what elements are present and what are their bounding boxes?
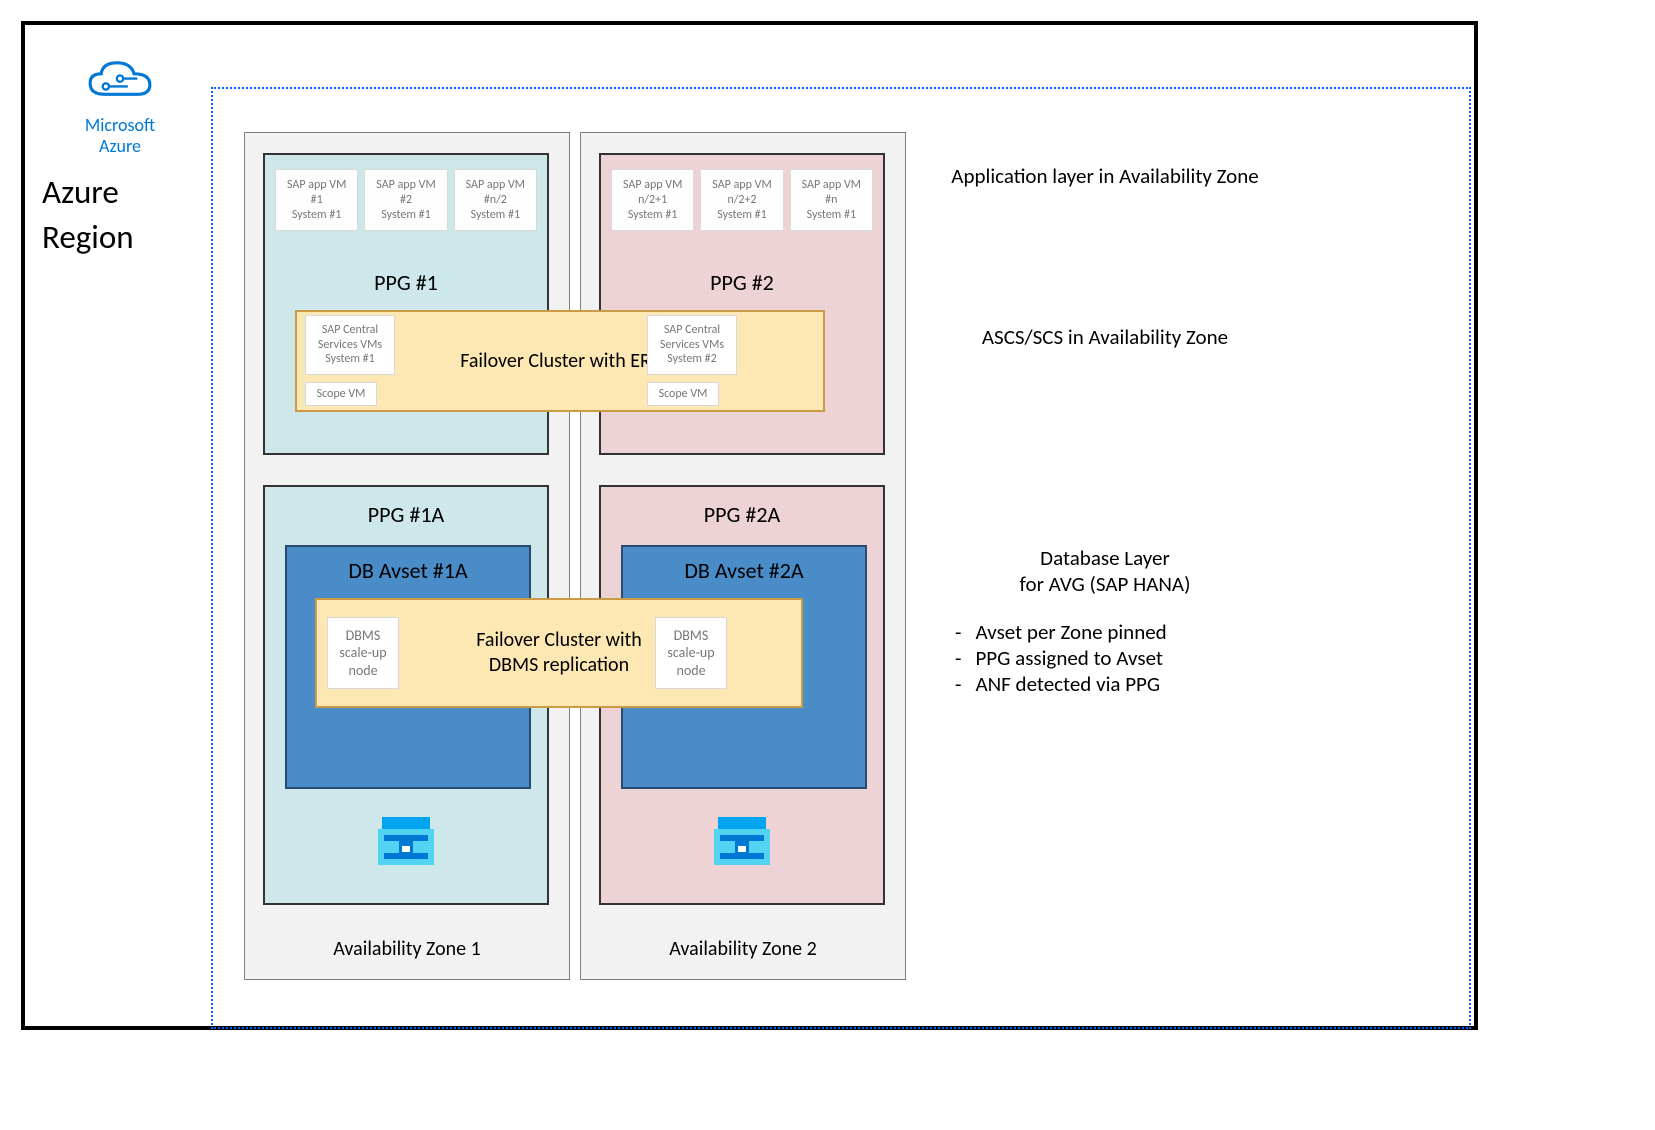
vm-line: System #1 — [276, 208, 357, 223]
storage-icon — [714, 817, 770, 865]
db-title-line1: Database Layer — [925, 545, 1285, 571]
vm-row-z2: SAP app VM n/2+1 System #1 SAP app VM n/… — [611, 169, 873, 231]
vm-line: SAP app VM — [276, 178, 357, 193]
vm-line: n/2+1 — [612, 193, 693, 208]
db-title-line2: for AVG (SAP HANA) — [925, 571, 1285, 597]
vm-line: SAP app VM — [701, 178, 782, 193]
sap-app-vm-n22: SAP app VM n/2+2 System #1 — [700, 169, 783, 231]
annotation-app-layer: Application layer in Availability Zone — [925, 163, 1285, 189]
failover-db-label-2: DBMS replication — [476, 653, 642, 678]
svc-line: System #1 — [306, 352, 394, 366]
scope-vm-1: Scope VM — [305, 382, 377, 406]
db-bullet-1: Avset per Zone pinned — [955, 619, 1285, 645]
vm-line: System #1 — [455, 208, 536, 223]
ppg-1-label: PPG #1 — [265, 269, 547, 296]
vm-line: n/2+2 — [701, 193, 782, 208]
cloud-icon — [80, 55, 160, 110]
diagram-frame: Microsoft Azure Azure Region SAP app VM … — [21, 21, 1478, 1030]
region-label: Azure Region — [42, 170, 212, 259]
svc-line: SAP Central — [648, 323, 736, 337]
az2-label: Availability Zone 2 — [581, 937, 905, 961]
svc-line: System #2 — [648, 352, 736, 366]
azure-logo: Microsoft Azure — [65, 55, 175, 156]
failover-db-label-1: Failover Cluster with — [476, 628, 642, 653]
logo-text-1: Microsoft — [65, 115, 175, 136]
vm-line: SAP app VM — [791, 178, 872, 193]
dbms-line: node — [656, 662, 726, 680]
vm-line: #1 — [276, 193, 357, 208]
dbms-line: scale-up — [656, 644, 726, 662]
vm-line: #n/2 — [455, 193, 536, 208]
vm-line: System #1 — [791, 208, 872, 223]
sap-central-services-vm-2: SAP Central Services VMs System #2 — [647, 315, 737, 375]
sap-app-vm-n2: SAP app VM #n/2 System #1 — [454, 169, 537, 231]
vm-line: System #1 — [365, 208, 446, 223]
failover-ers-label: Failover Cluster with ERS — [460, 349, 660, 373]
sap-app-vm-n: SAP app VM #n System #1 — [790, 169, 873, 231]
dbms-node-z2: DBMS scale-up node — [655, 617, 727, 689]
annotation-db-layer: Database Layer for AVG (SAP HANA) Avset … — [925, 545, 1285, 697]
vm-line: SAP app VM — [455, 178, 536, 193]
scope-vm-2: Scope VM — [647, 382, 719, 406]
dbms-line: DBMS — [656, 627, 726, 645]
dbms-line: node — [328, 662, 398, 680]
svc-line: SAP Central — [306, 323, 394, 337]
availability-zone-2: SAP app VM n/2+1 System #1 SAP app VM n/… — [580, 132, 906, 980]
vm-row-z1: SAP app VM #1 System #1 SAP app VM #2 Sy… — [275, 169, 537, 231]
sap-app-vm-1: SAP app VM #1 System #1 — [275, 169, 358, 231]
db-avset-1a-label: DB Avset #1A — [287, 557, 529, 584]
db-bullet-3: ANF detected via PPG — [955, 671, 1285, 697]
ppg-2-label: PPG #2 — [601, 269, 883, 296]
logo-text-2: Azure — [65, 136, 175, 157]
annotation-ascs: ASCS/SCS in Availability Zone — [925, 324, 1285, 350]
vm-line: System #1 — [612, 208, 693, 223]
az1-label: Availability Zone 1 — [245, 937, 569, 961]
dbms-node-z1: DBMS scale-up node — [327, 617, 399, 689]
ppg-1a-label: PPG #1A — [265, 501, 547, 528]
svc-line: Services VMs — [648, 338, 736, 352]
db-bullet-2: PPG assigned to Avset — [955, 645, 1285, 671]
sap-central-services-vm-1: SAP Central Services VMs System #1 — [305, 315, 395, 375]
vm-line: #2 — [365, 193, 446, 208]
dbms-line: scale-up — [328, 644, 398, 662]
dbms-line: DBMS — [328, 627, 398, 645]
vm-line: #n — [791, 193, 872, 208]
vm-line: SAP app VM — [365, 178, 446, 193]
db-avset-2a-label: DB Avset #2A — [623, 557, 865, 584]
availability-zone-1: SAP app VM #1 System #1 SAP app VM #2 Sy… — [244, 132, 570, 980]
vm-line: System #1 — [701, 208, 782, 223]
ppg-2a-label: PPG #2A — [601, 501, 883, 528]
sap-app-vm-n21: SAP app VM n/2+1 System #1 — [611, 169, 694, 231]
vm-line: SAP app VM — [612, 178, 693, 193]
svc-line: Services VMs — [306, 338, 394, 352]
storage-icon — [378, 817, 434, 865]
sap-app-vm-2: SAP app VM #2 System #1 — [364, 169, 447, 231]
